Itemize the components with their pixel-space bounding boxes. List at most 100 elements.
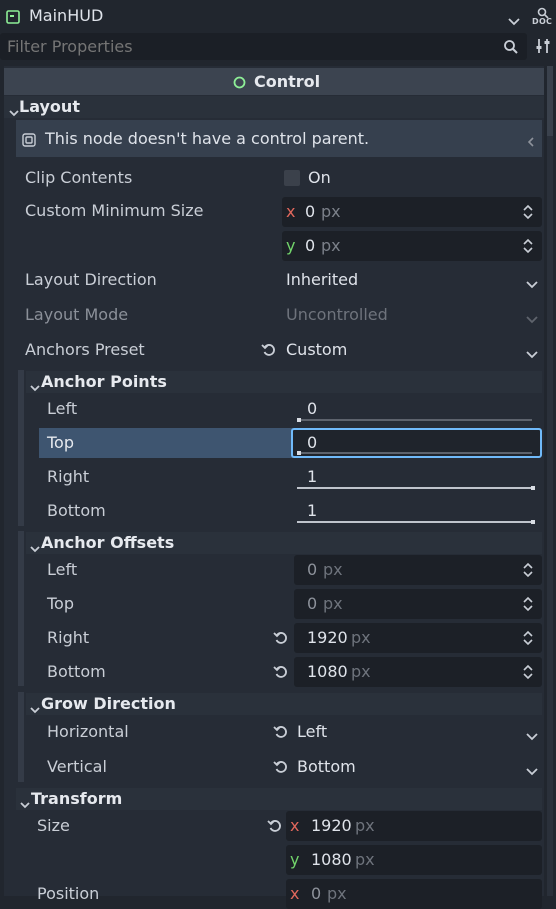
unit-px: px bbox=[355, 816, 375, 835]
chevron-down-icon bbox=[525, 762, 539, 776]
spinner-icon[interactable] bbox=[522, 562, 534, 578]
grow-vertical-value: Bottom bbox=[297, 757, 356, 776]
section-title-grow-direction: Grow Direction bbox=[41, 694, 176, 713]
clip-contents-checkbox[interactable] bbox=[284, 170, 300, 186]
reset-icon[interactable] bbox=[261, 342, 277, 358]
reset-icon[interactable] bbox=[267, 818, 283, 834]
grow-vertical-dropdown[interactable]: Bottom bbox=[294, 752, 542, 782]
anchors-preset-value: Custom bbox=[286, 340, 348, 359]
reset-icon[interactable] bbox=[273, 630, 289, 646]
anchor-bottom-slider[interactable]: 1 bbox=[294, 498, 540, 528]
section-transform[interactable]: Transform bbox=[16, 788, 542, 810]
filter-input[interactable] bbox=[0, 33, 490, 60]
search-icon bbox=[503, 39, 519, 55]
slider-grabber[interactable] bbox=[297, 451, 301, 455]
section-layout[interactable]: Layout bbox=[4, 96, 544, 118]
offset-left-field[interactable]: 0 px bbox=[294, 555, 542, 585]
anchor-top-slider[interactable]: 0 bbox=[291, 428, 542, 458]
size-x-field[interactable]: x 1920 px bbox=[286, 811, 542, 841]
slider-grabber[interactable] bbox=[297, 418, 301, 422]
tools-button[interactable] bbox=[535, 37, 551, 55]
anchor-points-bar bbox=[18, 370, 24, 526]
slider-grabber[interactable] bbox=[531, 520, 535, 524]
doc-button[interactable]: DOC bbox=[532, 4, 554, 30]
scrollbar[interactable] bbox=[547, 66, 553, 896]
label-anchor-left: Left bbox=[47, 399, 78, 418]
position-x-value: 0 bbox=[311, 884, 322, 903]
offset-right-value: 1920 bbox=[307, 628, 348, 647]
anchors-preset-dropdown[interactable]: Custom bbox=[282, 335, 542, 365]
section-grow-direction[interactable]: Grow Direction bbox=[26, 693, 542, 715]
clip-contents-value: On bbox=[308, 168, 331, 187]
section-title-anchor-points: Anchor Points bbox=[41, 372, 167, 391]
anchor-right-slider[interactable]: 1 bbox=[294, 464, 540, 494]
unit-px: px bbox=[323, 560, 343, 579]
layout-mode-dropdown: Uncontrolled bbox=[282, 300, 542, 330]
size-y-value: 1080 bbox=[311, 850, 352, 869]
slider-track bbox=[297, 487, 532, 489]
section-anchor-points[interactable]: Anchor Points bbox=[26, 371, 542, 393]
anchor-left-slider[interactable]: 0 bbox=[294, 396, 540, 426]
filter-field[interactable] bbox=[0, 33, 527, 60]
offset-right-field[interactable]: 1920 px bbox=[294, 623, 542, 653]
label-grow-vertical: Vertical bbox=[47, 757, 107, 776]
warning-box[interactable]: This node doesn't have a control parent. bbox=[16, 120, 542, 157]
label-size: Size bbox=[37, 816, 70, 835]
label-offset-left: Left bbox=[47, 560, 78, 579]
chevron-down-icon bbox=[30, 539, 40, 553]
spinner-icon[interactable] bbox=[522, 630, 534, 646]
unit-px: px bbox=[323, 594, 343, 613]
reset-icon[interactable] bbox=[273, 724, 289, 740]
layout-direction-value: Inherited bbox=[286, 270, 359, 289]
reset-icon[interactable] bbox=[273, 759, 289, 775]
anchor-right-value: 1 bbox=[307, 467, 318, 486]
unit-px: px bbox=[351, 628, 371, 647]
label-position: Position bbox=[37, 884, 100, 903]
chevron-down-icon bbox=[30, 378, 40, 392]
custom-min-size-y-field[interactable]: y 0 px bbox=[282, 231, 542, 261]
warning-text: This node doesn't have a control parent. bbox=[45, 129, 370, 148]
scrollbar-thumb[interactable] bbox=[547, 66, 553, 136]
category-title: Control bbox=[254, 72, 321, 91]
spinner-icon[interactable] bbox=[522, 204, 534, 220]
custom-min-size-x-field[interactable]: x 0 px bbox=[282, 197, 542, 227]
chevron-down-icon bbox=[525, 275, 539, 289]
axis-y-label: y bbox=[286, 236, 296, 255]
grow-horizontal-value: Left bbox=[297, 722, 328, 741]
label-anchor-top: Top bbox=[47, 433, 74, 452]
label-offset-right: Right bbox=[47, 628, 90, 647]
slider-grabber[interactable] bbox=[531, 486, 535, 490]
axis-x-label: x bbox=[290, 816, 300, 835]
anchor-offsets-bar bbox=[18, 531, 24, 686]
unit-px: px bbox=[321, 236, 341, 255]
unit-px: px bbox=[355, 850, 375, 869]
offset-top-field[interactable]: 0 px bbox=[294, 589, 542, 619]
spinner-icon[interactable] bbox=[522, 238, 534, 254]
spinner-icon[interactable] bbox=[522, 664, 534, 680]
chevron-down-icon bbox=[507, 12, 521, 26]
position-x-field[interactable]: x 0 px bbox=[286, 879, 542, 909]
node-selector[interactable]: MainHUD bbox=[0, 0, 528, 32]
category-header-control[interactable]: Control bbox=[4, 68, 544, 95]
spinner-icon[interactable] bbox=[522, 596, 534, 612]
offset-bottom-field[interactable]: 1080 px bbox=[294, 657, 542, 687]
ok-circle-icon bbox=[233, 74, 246, 89]
label-offset-bottom: Bottom bbox=[47, 662, 106, 681]
section-title-anchor-offsets: Anchor Offsets bbox=[41, 533, 175, 552]
slider-track bbox=[297, 452, 532, 454]
slider-track bbox=[297, 521, 532, 523]
unit-px: px bbox=[327, 884, 347, 903]
label-layout-mode: Layout Mode bbox=[25, 305, 129, 324]
warning-icon bbox=[22, 132, 36, 147]
chevron-down-icon bbox=[20, 795, 30, 809]
size-y-field[interactable]: y 1080 px bbox=[286, 845, 542, 875]
label-grow-horizontal: Horizontal bbox=[47, 722, 129, 741]
label-anchors-preset: Anchors Preset bbox=[25, 340, 145, 359]
layout-direction-dropdown[interactable]: Inherited bbox=[282, 265, 542, 295]
custom-min-size-y-value: 0 bbox=[305, 236, 316, 255]
offset-left-value: 0 bbox=[307, 560, 318, 579]
reset-icon[interactable] bbox=[273, 664, 289, 680]
grow-horizontal-dropdown[interactable]: Left bbox=[294, 717, 542, 747]
section-anchor-offsets[interactable]: Anchor Offsets bbox=[26, 532, 542, 554]
offset-bottom-value: 1080 bbox=[307, 662, 348, 681]
